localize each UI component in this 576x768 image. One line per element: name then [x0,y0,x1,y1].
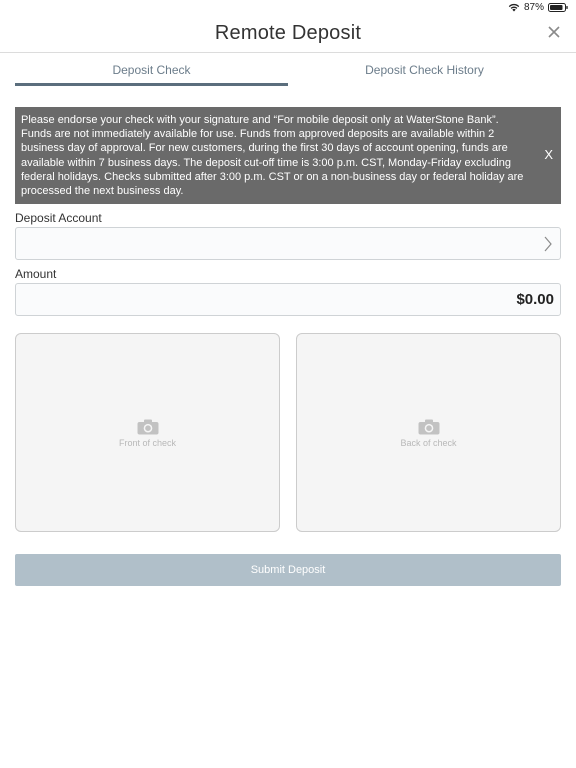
page-title: Remote Deposit [214,22,362,44]
tab-bar: Deposit Check Deposit Check History [15,53,561,86]
header: Remote Deposit [0,14,576,53]
battery-icon [548,3,568,12]
camera-icon [137,419,159,440]
back-of-check-label: Back of check [400,438,457,448]
deposit-account-selector[interactable] [15,227,561,260]
close-button[interactable] [546,24,562,40]
wifi-icon [508,3,520,12]
amount-input[interactable]: $0.00 [15,283,561,316]
tab-deposit-check[interactable]: Deposit Check [15,53,288,86]
battery-percent: 87% [523,2,544,13]
status-indicators: 87% [508,2,568,13]
amount-label: Amount [15,267,57,281]
tab-deposit-check-history[interactable]: Deposit Check History [288,53,561,86]
back-of-check-capture[interactable]: Back of check [296,333,561,532]
deposit-notice-banner: Please endorse your check with your sign… [15,107,561,204]
chevron-right-icon [543,236,553,257]
notice-close-button[interactable]: X [544,147,553,162]
submit-deposit-button[interactable]: Submit Deposit [15,554,561,586]
amount-value: $0.00 [516,291,554,308]
deposit-notice-text: Please endorse your check with your sign… [21,114,524,198]
front-of-check-label: Front of check [118,438,177,448]
camera-icon [418,419,440,440]
front-of-check-capture[interactable]: Front of check [15,333,280,532]
status-bar: 87% [0,0,576,14]
deposit-account-label: Deposit Account [15,211,102,225]
close-icon [548,26,560,38]
